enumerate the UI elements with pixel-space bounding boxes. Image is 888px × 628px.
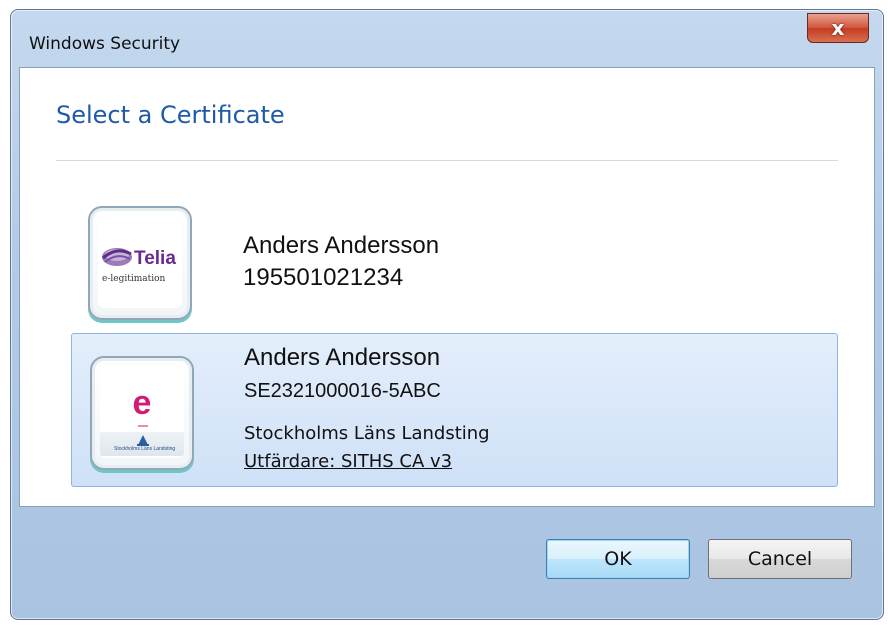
background-strip [0,0,888,8]
certificate-organization: Stockholms Läns Landsting [244,423,490,444]
certificate-card-icon: Telia e-legitimation [88,206,192,320]
certificate-item-telia[interactable]: Telia e-legitimation Anders Andersson 19… [71,198,838,328]
close-button[interactable]: x [807,13,869,43]
telia-logo-text: Telia [134,248,176,269]
ok-button[interactable]: OK [546,539,690,579]
siths-underline-icon [138,425,148,427]
heading-separator [56,160,838,161]
certificate-card-icon: e Stockholms Läns Landsting [90,356,194,470]
dialog-content: Select a Certificate Telia e-legitimatio… [19,67,875,507]
certificate-issuer-link[interactable]: Utfärdare: SITHS CA v3 [244,451,452,472]
siths-card-icon: e Stockholms Läns Landsting [100,366,184,458]
sll-logo-text: Stockholms Läns Landsting [114,446,176,452]
sll-logo-icon: Stockholms Läns Landsting [100,432,184,456]
certificate-name: Anders Andersson [244,344,441,371]
certificate-identifier: 195501021234 [243,264,404,291]
certificate-identifier: SE2321000016-5ABC [244,380,441,402]
sll-crown-icon [137,435,149,446]
cancel-button[interactable]: Cancel [708,539,852,579]
certificate-item-siths[interactable]: e Stockholms Läns Landsting Anders Ander… [71,333,838,487]
windows-security-dialog: Windows Security x Select a Certificate … [10,9,884,620]
certificate-name: Anders Andersson [243,232,440,259]
siths-e-logo: e [132,384,152,422]
telia-logo-icon: Telia e-legitimation [98,216,182,308]
telia-swirl-icon [102,248,132,266]
close-icon: x [831,16,845,40]
telia-logo-subtext: e-legitimation [102,274,166,284]
dialog-footer: OK Cancel [19,507,875,607]
dialog-heading: Select a Certificate [56,101,285,129]
window-title: Windows Security [29,34,181,54]
